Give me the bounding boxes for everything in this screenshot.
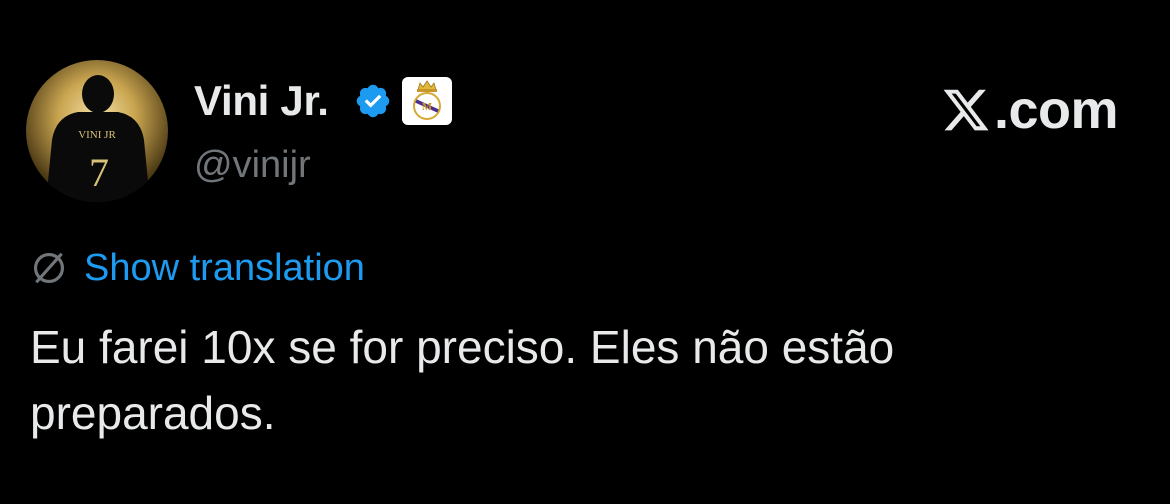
translation-row: Show translation [30, 246, 365, 290]
x-com-logo[interactable]: .com [940, 80, 1119, 140]
real-madrid-badge-icon: M [402, 77, 452, 125]
avatar-jersey-name: VINI JR [78, 129, 116, 141]
verified-badge-icon [356, 84, 390, 118]
avatar-jersey-number: 7 [89, 150, 109, 195]
tweet-text: Eu farei 10x se for preciso. Eles não es… [30, 321, 895, 439]
svg-text:M: M [422, 101, 433, 113]
avatar-image: VINI JR 7 [26, 60, 168, 202]
show-translation-link[interactable]: Show translation [84, 246, 365, 290]
display-name[interactable]: Vini Jr. [194, 76, 329, 126]
avatar[interactable]: VINI JR 7 [26, 60, 168, 202]
x-logo-icon [943, 89, 989, 131]
user-handle[interactable]: @vinijr [194, 142, 311, 188]
brand-domain-text: .com [993, 80, 1119, 140]
globe-off-icon [33, 252, 65, 284]
tweet-card: VINI JR 7 Vini Jr. M @vinijr .com Show t… [0, 0, 1170, 504]
